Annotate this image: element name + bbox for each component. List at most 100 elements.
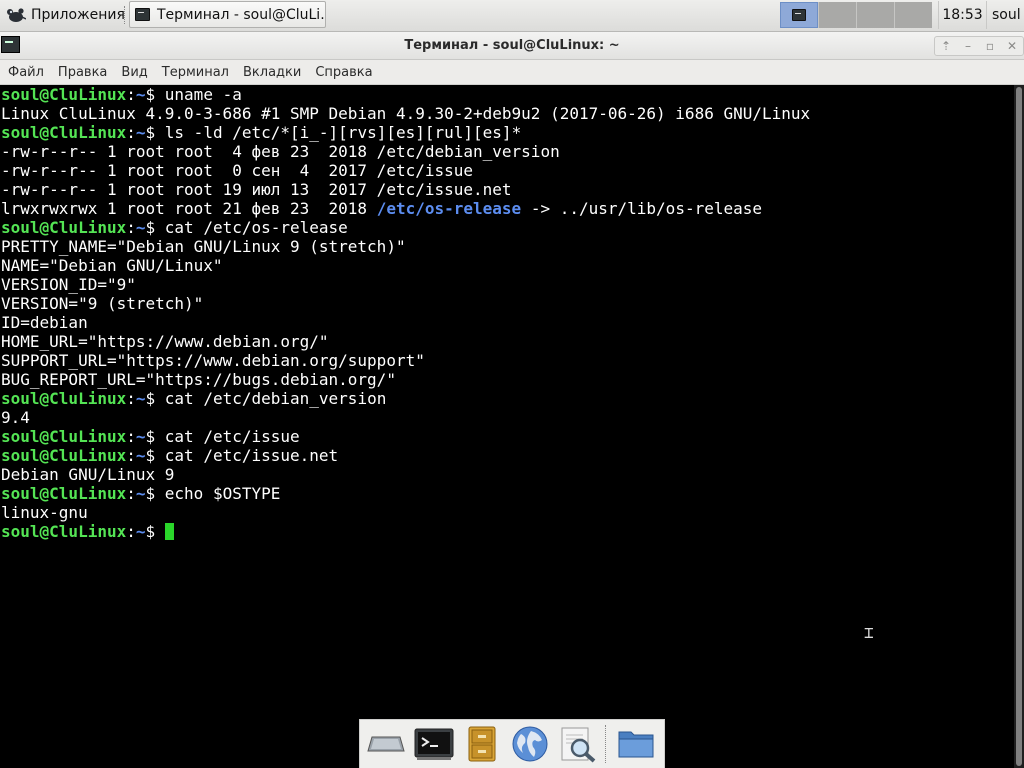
window-controls: ⇡ – ▫ ✕: [934, 36, 1024, 56]
output-text: VERSION_ID="9": [1, 275, 136, 294]
prompt-dollar: $: [145, 427, 165, 446]
show-desktop-button[interactable]: [362, 721, 410, 767]
output-text: -rw-r--r-- 1 root root 0 сен 4 2017 /etc…: [1, 161, 474, 180]
web-browser-globe-icon: [512, 726, 548, 762]
output-text: 9.4: [1, 408, 30, 427]
file-cabinet-icon: [468, 726, 496, 762]
terminal-line: lrwxrwxrwx 1 root root 21 фев 23 2018 /e…: [1, 199, 1014, 218]
terminal-output-area[interactable]: soul@CluLinux:~$ uname -a Linux CluLinux …: [0, 85, 1014, 768]
output-text: VERSION="9 (stretch)": [1, 294, 204, 313]
prompt-separator: :: [126, 484, 136, 503]
terminal-line: -rw-r--r-- 1 root root 4 фев 23 2018 /et…: [1, 142, 1014, 161]
terminal-line: soul@CluLinux:~$ echo $OSTYPE: [1, 484, 1014, 503]
menu-help[interactable]: Справка: [308, 65, 379, 80]
terminal-line: -rw-r--r-- 1 root root 0 сен 4 2017 /etc…: [1, 161, 1014, 180]
applications-menu-button[interactable]: Приложения: [0, 1, 125, 29]
menu-view[interactable]: Вид: [114, 65, 154, 80]
workspace-1[interactable]: [780, 2, 818, 28]
prompt-user-host: soul@CluLinux: [1, 389, 127, 408]
workspace-4[interactable]: [894, 2, 932, 28]
shade-button[interactable]: ⇡: [935, 37, 957, 55]
terminal-launcher-button[interactable]: [410, 721, 458, 767]
prompt-path: ~: [135, 446, 146, 465]
output-text: Debian GNU/Linux 9: [1, 465, 175, 484]
terminal-icon: [792, 9, 806, 21]
prompt-user-host: soul@CluLinux: [1, 427, 127, 446]
text-cursor-ibeam-icon: ⌶: [864, 623, 874, 642]
window-title: Терминал - soul@CluLinux: ~: [404, 38, 620, 53]
menu-tabs[interactable]: Вкладки: [236, 65, 308, 80]
panel-user-name[interactable]: soul: [992, 1, 1021, 29]
workspace-3[interactable]: [856, 2, 894, 28]
terminal-line: VERSION="9 (stretch)": [1, 294, 1014, 313]
prompt-separator: :: [126, 446, 136, 465]
menu-bar: Файл Правка Вид Терминал Вкладки Справка: [0, 60, 1024, 85]
output-text: lrwxrwxrwx 1 root root 21 фев 23 2018: [1, 199, 377, 218]
close-icon: ✕: [1006, 39, 1018, 53]
terminal-lines: soul@CluLinux:~$ uname -a Linux CluLinux …: [0, 85, 1014, 541]
workspace-2[interactable]: [818, 2, 856, 28]
terminal-cursor: [164, 523, 174, 540]
web-browser-button[interactable]: [506, 721, 554, 767]
output-text: -rw-r--r-- 1 root root 4 фев 23 2018 /et…: [1, 142, 560, 161]
terminal-line: SUPPORT_URL="https://www.debian.org/supp…: [1, 351, 1014, 370]
taskbar-window-label: Терминал - soul@CluLi...: [157, 6, 326, 23]
terminal-line: BUG_REPORT_URL="https://bugs.debian.org/…: [1, 370, 1014, 389]
terminal-line: soul@CluLinux:~$ uname -a: [1, 85, 1014, 104]
prompt-user-host: soul@CluLinux: [1, 123, 127, 142]
prompt-path: ~: [135, 427, 146, 446]
prompt-dollar: $: [145, 446, 165, 465]
menu-edit[interactable]: Правка: [51, 65, 114, 80]
terminal-line: soul@CluLinux:~$ cat /etc/os-release: [1, 218, 1014, 237]
minimize-icon: –: [965, 39, 971, 53]
file-manager-cabinet-button[interactable]: [458, 721, 506, 767]
command-text: uname -a: [164, 85, 242, 104]
prompt-path: ~: [135, 218, 146, 237]
terminal-line: soul@CluLinux:~$ cat /etc/debian_version: [1, 389, 1014, 408]
scrollbar-thumb[interactable]: [1016, 87, 1022, 766]
terminal-line: PRETTY_NAME="Debian GNU/Linux 9 (stretch…: [1, 237, 1014, 256]
terminal-scrollbar[interactable]: [1014, 85, 1024, 768]
maximize-button[interactable]: ▫: [979, 37, 1001, 55]
prompt-path: ~: [135, 522, 146, 541]
minimize-button[interactable]: –: [957, 37, 979, 55]
command-text: cat /etc/issue.net: [164, 446, 339, 465]
output-text: ID=debian: [1, 313, 88, 332]
prompt-separator: :: [126, 389, 136, 408]
terminal-line: Linux CluLinux 4.9.0-3-686 #1 SMP Debian…: [1, 104, 1014, 123]
home-folder-button[interactable]: [612, 721, 660, 767]
menu-file[interactable]: Файл: [1, 65, 51, 80]
close-button[interactable]: ✕: [1001, 37, 1023, 55]
prompt-path: ~: [135, 85, 146, 104]
prompt-separator: :: [126, 427, 136, 446]
window-titlebar[interactable]: Терминал - soul@CluLinux: ~ ⇡ – ▫ ✕: [0, 32, 1024, 60]
prompt-user-host: soul@CluLinux: [1, 484, 127, 503]
terminal-line: Debian GNU/Linux 9: [1, 465, 1014, 484]
prompt-separator: :: [126, 522, 136, 541]
prompt-path: ~: [135, 484, 146, 503]
output-text: linux-gnu: [1, 503, 88, 522]
prompt-separator: :: [126, 218, 136, 237]
search-button[interactable]: [554, 721, 602, 767]
terminal-line: NAME="Debian GNU/Linux": [1, 256, 1014, 275]
applications-menu-label: Приложения: [31, 7, 125, 23]
symlink-name: /etc/os-release: [376, 199, 522, 218]
taskbar-terminal-window-button[interactable]: Терминал - soul@CluLi...: [129, 1, 326, 28]
terminal-line: VERSION_ID="9": [1, 275, 1014, 294]
folder-icon: [618, 731, 654, 758]
terminal-icon: [135, 8, 150, 21]
prompt-dollar: $: [145, 123, 165, 142]
prompt-user-host: soul@CluLinux: [1, 85, 127, 104]
prompt-dollar: $: [145, 484, 165, 503]
prompt-dollar: $: [145, 522, 165, 541]
terminal-icon: [414, 728, 454, 760]
panel-clock[interactable]: 18:53: [938, 1, 987, 29]
command-text: ls -ld /etc/*[i_-][rvs][es][rul][es]*: [164, 123, 522, 142]
search-magnifier-icon: [561, 727, 596, 763]
output-text: HOME_URL="https://www.debian.org/": [1, 332, 329, 351]
prompt-separator: :: [126, 123, 136, 142]
terminal-line: soul@CluLinux:~$: [1, 522, 1014, 541]
menu-terminal[interactable]: Терминал: [155, 65, 236, 80]
workspace-pager: [780, 2, 932, 28]
show-desktop-icon: [367, 736, 405, 752]
